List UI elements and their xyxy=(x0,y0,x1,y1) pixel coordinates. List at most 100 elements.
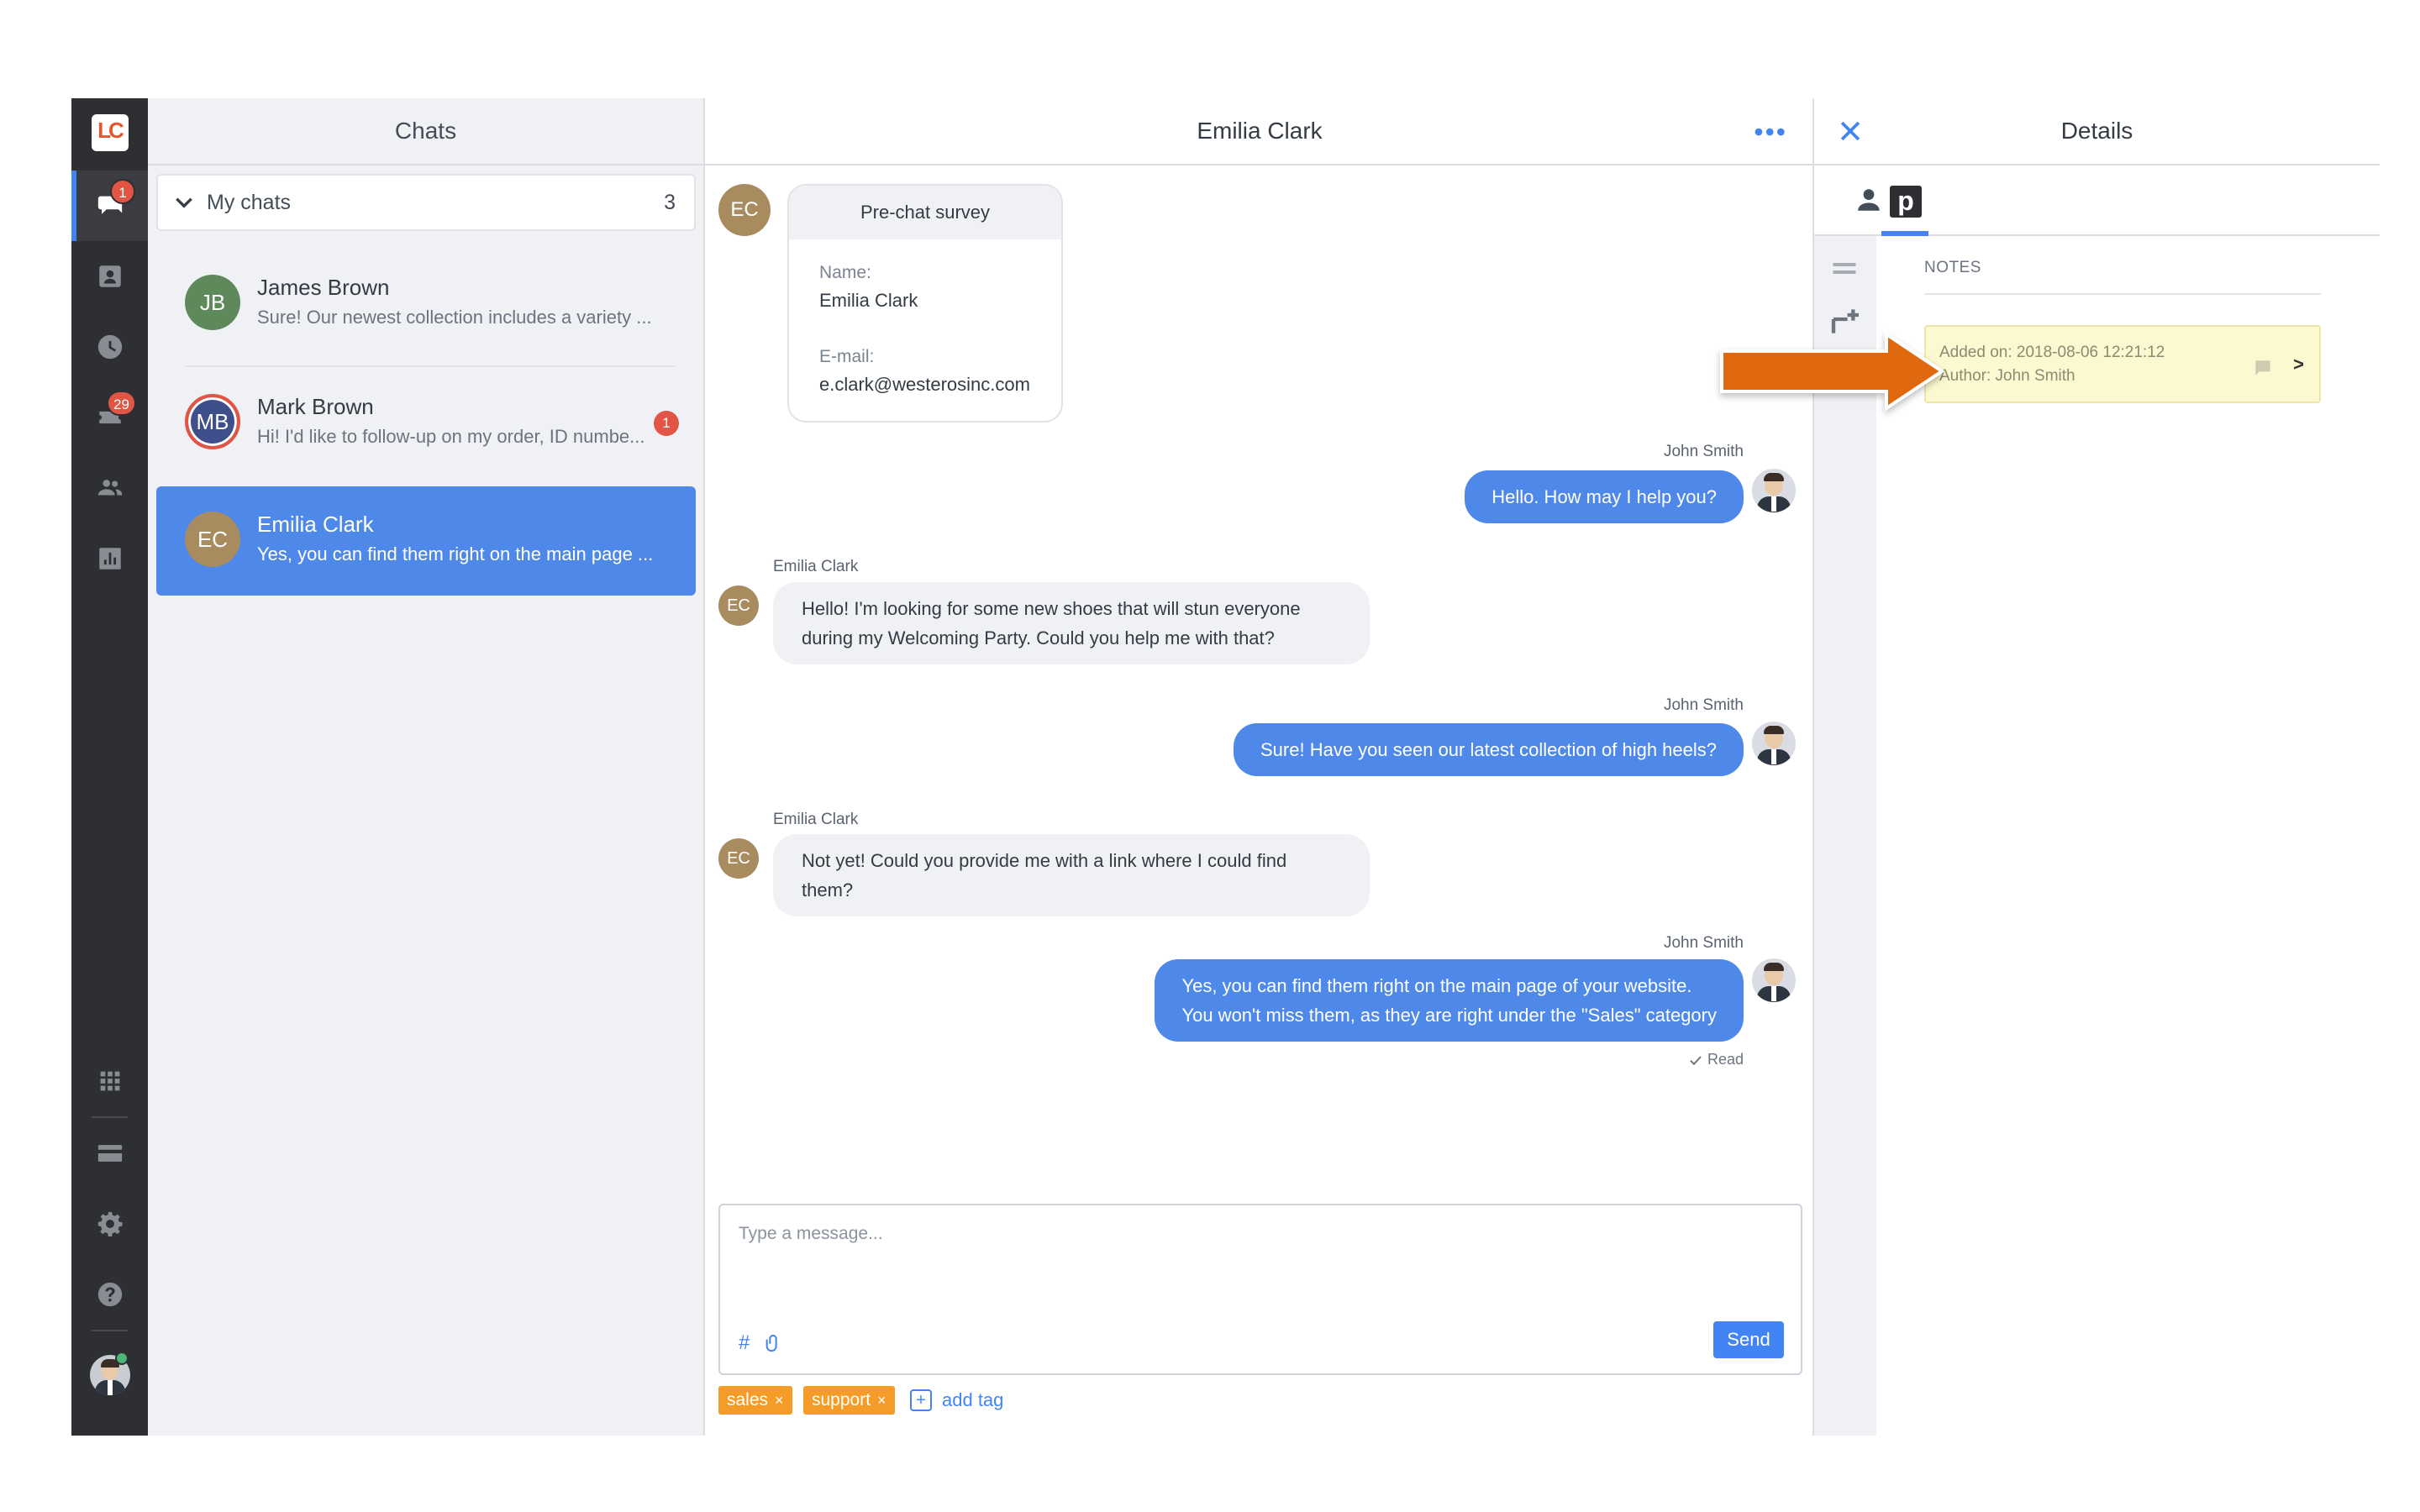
chat-list-item[interactable]: JB James Brown Sure! Our newest collecti… xyxy=(156,249,696,359)
tab-pipedrive[interactable]: p xyxy=(1881,171,1928,236)
message-sender: John Smith xyxy=(1663,696,1744,714)
billing-icon xyxy=(97,1145,122,1162)
pre-chat-survey-card: Pre-chat survey Name: Emilia Clark E-mai… xyxy=(787,184,1063,423)
customer-avatar: EC xyxy=(718,184,771,236)
conversation-title: Emilia Clark xyxy=(1197,118,1323,144)
highlight-arrow xyxy=(1720,331,1945,412)
check-icon xyxy=(1690,1055,1702,1065)
my-chats-label: My chats xyxy=(207,190,292,214)
rail-reports[interactable] xyxy=(71,523,148,594)
tag-label: support xyxy=(812,1390,871,1410)
notes-header: NOTES xyxy=(1924,259,1981,276)
livechat-app: LC 1 29 Chats My chats 3 JB James Brown … xyxy=(71,98,2380,1436)
unread-badge: 1 xyxy=(654,411,679,436)
list-divider xyxy=(185,365,676,367)
chats-panel: Chats My chats 3 JB James Brown Sure! Ou… xyxy=(148,98,705,1436)
message-line: Yes, you can find them right on the main… xyxy=(1181,975,1692,996)
more-options-icon[interactable]: ••• xyxy=(1754,118,1787,145)
conversation-panel: Emilia Clark ••• EC Pre-chat survey Name… xyxy=(705,98,1814,1436)
active-tab-indicator xyxy=(1881,231,1928,236)
agent-avatar xyxy=(1752,722,1796,765)
survey-name-value: Emilia Clark xyxy=(819,290,918,311)
settings-icon xyxy=(97,1211,123,1237)
apps-grid-icon xyxy=(100,1071,119,1091)
customer-message: Not yet! Could you provide me with a lin… xyxy=(773,834,1370,916)
canned-responses-icon[interactable]: # xyxy=(739,1331,750,1355)
chevron-down-icon xyxy=(176,197,192,208)
tickets-badge: 29 xyxy=(107,391,136,416)
customer-avatar: EC xyxy=(718,585,759,626)
send-button[interactable]: Send xyxy=(1713,1321,1784,1358)
message-sender: John Smith xyxy=(1663,443,1744,460)
my-chats-count: 3 xyxy=(664,190,676,214)
message-line: Not yet! Could you provide me with a lin… xyxy=(802,850,1287,871)
avatar: MB xyxy=(185,394,240,449)
chat-preview: Sure! Our newest collection includes a v… xyxy=(257,307,652,328)
rail-chats[interactable]: 1 xyxy=(71,171,148,241)
chat-preview: Hi! I'd like to follow-up on my order, I… xyxy=(257,426,645,447)
message-line: during my Welcoming Party. Could you hel… xyxy=(802,627,1275,648)
chats-title: Chats xyxy=(148,98,703,165)
rail-divider xyxy=(92,1330,128,1331)
message-line: them? xyxy=(802,879,854,900)
customers-icon xyxy=(98,265,121,287)
remove-tag-icon[interactable]: × xyxy=(877,1392,886,1410)
chat-preview: Yes, you can find them right on the main… xyxy=(257,543,654,564)
rail-billing[interactable] xyxy=(71,1118,148,1189)
rail-tickets[interactable]: 29 xyxy=(71,382,148,453)
chat-list-item-selected[interactable]: EC Emilia Clark Yes, you can find them r… xyxy=(156,486,696,596)
plus-icon: + xyxy=(910,1389,932,1411)
chat-name: James Brown xyxy=(257,275,390,300)
app-logo[interactable]: LC xyxy=(71,98,148,167)
agent-avatar xyxy=(1752,958,1796,1002)
plugin-sidebar xyxy=(1814,236,1876,1436)
avatar: JB xyxy=(185,275,240,330)
remove-tag-icon[interactable]: × xyxy=(775,1392,784,1410)
logo-icon: LC xyxy=(91,114,129,151)
agent-message: Sure! Have you seen our latest collectio… xyxy=(1234,723,1744,776)
message-sender: John Smith xyxy=(1663,934,1744,952)
agent-avatar xyxy=(1752,469,1796,512)
reports-icon xyxy=(98,548,121,570)
note-card[interactable]: Added on: 2018-08-06 12:21:12 Author: Jo… xyxy=(1924,325,2321,403)
note-added-on: Added on: 2018-08-06 12:21:12 xyxy=(1939,344,2165,361)
avatar: EC xyxy=(185,512,240,567)
details-tabs: p xyxy=(1814,165,2380,236)
add-tag-label: add tag xyxy=(942,1389,1004,1410)
rail-apps[interactable] xyxy=(71,1046,148,1116)
customer-message: Hello! I'm looking for some new shoes th… xyxy=(773,582,1370,664)
survey-email-value: e.clark@westerosinc.com xyxy=(819,374,1030,395)
my-chats-dropdown[interactable]: My chats 3 xyxy=(156,174,696,231)
message-line: Hello! I'm looking for some new shoes th… xyxy=(802,598,1301,619)
chat-list-item[interactable]: MB Mark Brown Hi! I'd like to follow-up … xyxy=(156,369,696,478)
close-icon[interactable] xyxy=(1836,117,1865,145)
message-input-placeholder: Type a message... xyxy=(739,1224,883,1243)
rail-history[interactable] xyxy=(71,312,148,382)
chat-name: Emilia Clark xyxy=(257,512,374,537)
rail-settings[interactable] xyxy=(71,1189,148,1259)
details-title: Details xyxy=(2060,118,2133,144)
history-icon xyxy=(97,334,122,360)
paperclip-icon[interactable] xyxy=(764,1331,782,1355)
chevron-right-icon[interactable]: > xyxy=(2293,354,2304,375)
agent-message: Hello. How may I help you? xyxy=(1465,470,1744,523)
read-status: Read xyxy=(1707,1051,1744,1068)
rail-agents[interactable] xyxy=(71,453,148,523)
chat-name: Mark Brown xyxy=(257,394,374,419)
message-line: You won't miss them, as they are right u… xyxy=(1181,1005,1717,1026)
rail-help[interactable] xyxy=(71,1259,148,1330)
add-tag-button[interactable]: + add tag xyxy=(910,1386,1003,1415)
message-sender: Emilia Clark xyxy=(773,558,859,575)
conversation-header: Emilia Clark ••• xyxy=(705,98,1814,165)
rail-customers[interactable] xyxy=(71,241,148,312)
notes-divider xyxy=(1924,293,2321,295)
rail-profile[interactable] xyxy=(71,1340,148,1410)
tag-label: sales xyxy=(727,1390,769,1410)
menu-icon[interactable] xyxy=(1829,255,1860,285)
message-sender: Emilia Clark xyxy=(773,811,859,828)
agents-icon xyxy=(97,480,122,496)
person-icon xyxy=(1858,189,1880,211)
survey-name-label: Name: xyxy=(819,263,871,282)
pipedrive-icon: p xyxy=(1890,186,1922,218)
message-composer[interactable]: Type a message... # Send xyxy=(718,1204,1802,1375)
